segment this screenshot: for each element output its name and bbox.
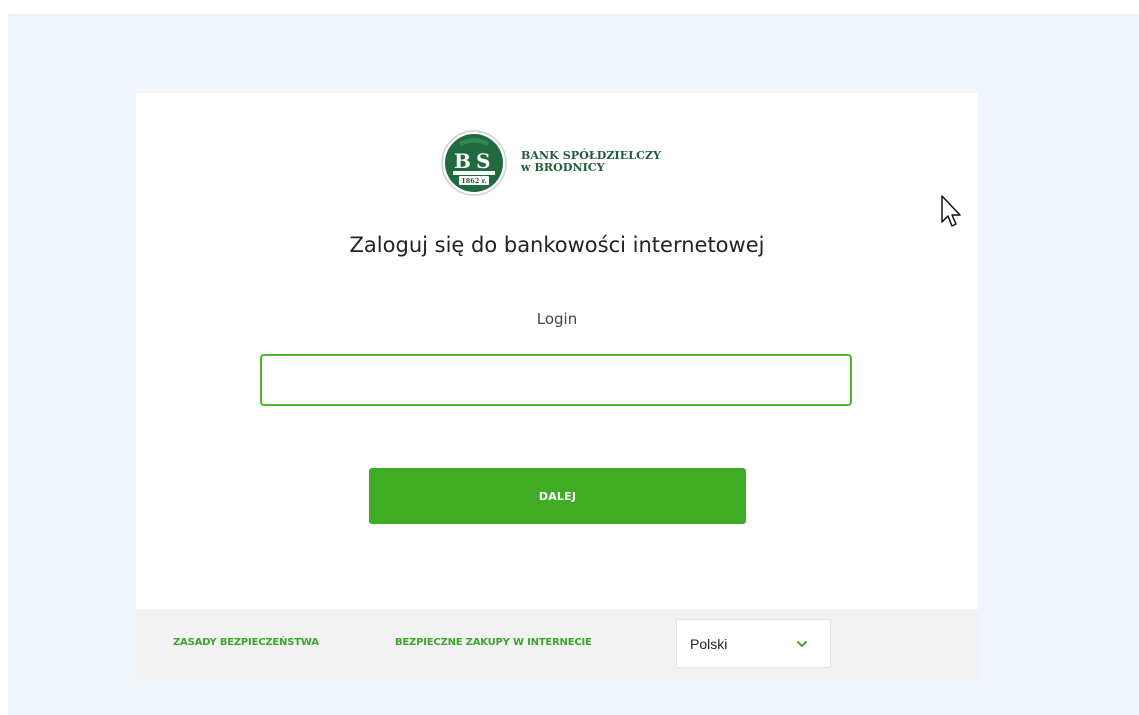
language-value: Polski	[690, 635, 728, 652]
logo-year: 1862 r.	[461, 177, 486, 185]
chevron-down-icon	[797, 640, 807, 647]
language-select[interactable]: Polski	[676, 619, 831, 668]
bank-logo: B S 1862 r. BANK SPÓŁDZIELCZY w BRODNICY	[441, 130, 661, 196]
bank-name-line2: w BRODNICY	[521, 161, 605, 174]
bank-name: BANK SPÓŁDZIELCZY w BRODNICY	[521, 150, 661, 174]
footer: ZASADY BEZPIECZEŃSTWA BEZPIECZNE ZAKUPY …	[136, 609, 978, 680]
next-button[interactable]: DALEJ	[369, 468, 746, 524]
login-card: B S 1862 r. BANK SPÓŁDZIELCZY w BRODNICY…	[136, 93, 978, 609]
mouse-cursor-icon	[941, 195, 961, 227]
logo-initial-b: B	[454, 149, 471, 173]
logo-initial-s: S	[476, 149, 490, 173]
bank-emblem-icon: B S 1862 r.	[441, 130, 507, 196]
security-rules-link[interactable]: ZASADY BEZPIECZEŃSTWA	[173, 637, 319, 648]
login-input[interactable]	[260, 354, 852, 406]
safe-shopping-link[interactable]: BEZPIECZNE ZAKUPY W INTERNECIE	[395, 637, 592, 648]
login-label: Login	[536, 310, 578, 328]
page-title: Zaloguj się do bankowości internetowej	[349, 233, 765, 257]
